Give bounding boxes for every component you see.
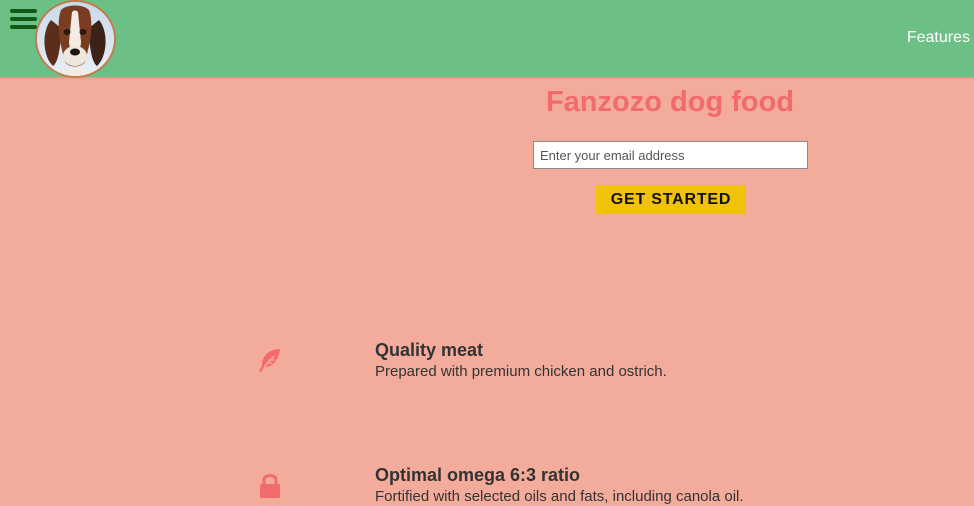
email-field[interactable] [533, 141, 808, 169]
dog-logo[interactable] [35, 0, 116, 78]
feather-icon [256, 346, 284, 374]
feature-title: Quality meat [375, 340, 484, 360]
feature-title: Optimal omega 6:3 ratio [375, 465, 581, 485]
lock-icon [256, 472, 284, 500]
hamburger-menu-icon[interactable] [10, 9, 37, 31]
feature-description: Prepared with premium chicken and ostric… [375, 363, 667, 380]
page-title: Fanzozo dog food [545, 86, 795, 118]
site-header: Features [0, 0, 974, 78]
feature-description: Fortified with selected oils and fats, i… [375, 488, 744, 505]
get-started-button[interactable]: GET STARTED [596, 185, 746, 214]
nav-link-features[interactable]: Features [907, 29, 970, 47]
basset-hound-dog-icon [37, 2, 114, 76]
